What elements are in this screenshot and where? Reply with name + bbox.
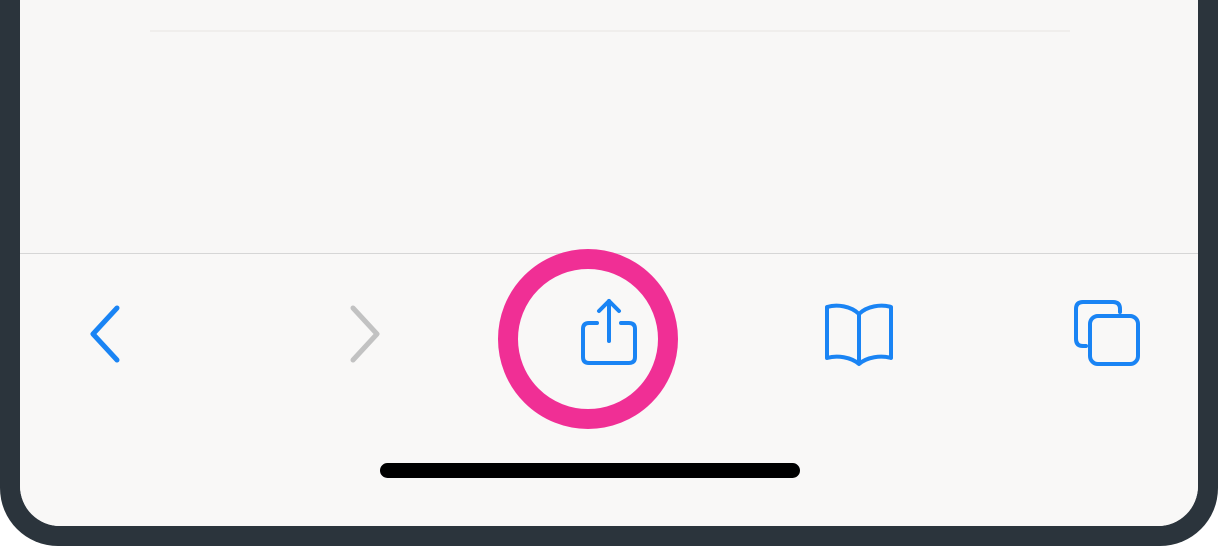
web-content-area[interactable] bbox=[20, 0, 1198, 253]
bookmarks-button[interactable] bbox=[814, 289, 904, 379]
book-icon bbox=[825, 303, 893, 366]
chevron-right-icon bbox=[350, 305, 380, 363]
tabs-button[interactable] bbox=[1063, 289, 1153, 379]
content-divider bbox=[150, 30, 1070, 32]
home-indicator[interactable] bbox=[380, 463, 800, 478]
tabs-icon bbox=[1074, 300, 1140, 366]
chevron-left-icon bbox=[90, 305, 120, 363]
share-button-highlight bbox=[498, 249, 678, 429]
forward-button[interactable] bbox=[318, 289, 408, 379]
back-button[interactable] bbox=[62, 289, 152, 379]
